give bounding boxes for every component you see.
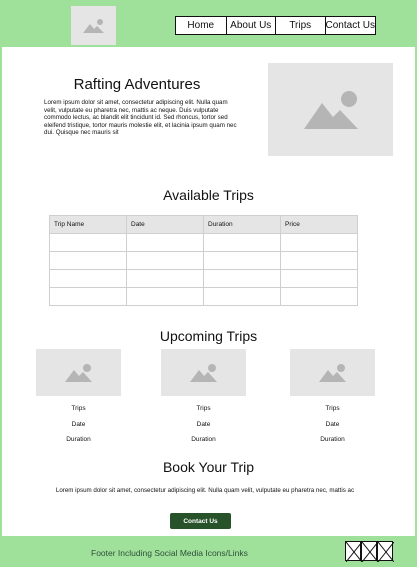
placeholder-x-icon	[361, 541, 379, 563]
placeholder-x-icon	[377, 541, 395, 563]
image-placeholder-icon	[303, 90, 358, 129]
nav-home[interactable]: Home	[176, 17, 227, 34]
table-cell	[49, 251, 127, 270]
table-cell	[280, 233, 358, 252]
available-trips-table: Trip Name Date Duration Price	[49, 215, 358, 306]
social-icon-2[interactable]	[361, 541, 379, 563]
table-cell	[203, 287, 281, 306]
table-row	[49, 269, 358, 288]
trip-card-trips: Trips	[325, 405, 340, 412]
table-cell	[49, 233, 127, 252]
trip-card-trips: Trips	[196, 405, 211, 412]
footer: Footer Including Social Media Icons/Link…	[0, 536, 417, 567]
trip-image	[36, 349, 121, 396]
column-header: Duration	[203, 215, 281, 234]
image-placeholder-icon	[189, 363, 217, 382]
table-cell	[49, 287, 127, 306]
table-cell	[49, 269, 127, 288]
trip-card[interactable]: Trips Date Duration	[36, 349, 121, 448]
trip-card-details: Trips Date Duration	[36, 401, 121, 448]
table-cell	[126, 251, 204, 270]
trip-card-duration: Duration	[66, 436, 91, 443]
main-nav: Home About Us Trips Contact Us	[175, 16, 376, 35]
image-placeholder-icon	[82, 18, 104, 33]
table-row	[49, 287, 358, 306]
hero-title: Rafting Adventures	[73, 76, 201, 93]
table-cell	[280, 251, 358, 270]
trip-image	[161, 349, 246, 396]
table-cell	[280, 269, 358, 288]
social-media-links	[345, 541, 395, 563]
column-header: Price	[280, 215, 358, 234]
table-cell	[126, 233, 204, 252]
book-text: Lorem ipsum dolor sit amet, consectetur …	[55, 487, 355, 494]
trip-card-date: Date	[325, 420, 340, 428]
contact-us-button[interactable]: Contact Us	[170, 513, 231, 529]
page: Home About Us Trips Contact Us Rafting A…	[0, 0, 417, 567]
book-your-trip-title: Book Your Trip	[162, 459, 255, 475]
hero-image	[268, 63, 393, 156]
social-icon-3[interactable]	[377, 541, 395, 563]
trip-card-details: Trips Date Duration	[161, 401, 246, 448]
left-border	[0, 0, 2, 567]
trip-card-date: Date	[196, 420, 211, 428]
table-cell	[203, 233, 281, 252]
table-row	[49, 233, 358, 252]
hero-text: Lorem ipsum dolor sit amet, consectetur …	[44, 99, 237, 137]
social-icon-1[interactable]	[345, 541, 363, 563]
table-cell	[203, 269, 281, 288]
table-row	[49, 251, 358, 270]
column-header: Date	[126, 215, 204, 234]
header: Home About Us Trips Contact Us	[0, 0, 417, 47]
table-cell	[126, 287, 204, 306]
trip-card-details: Trips Date Duration	[290, 401, 375, 448]
nav-contact-us[interactable]: Contact Us	[326, 17, 376, 34]
table-cell	[280, 287, 358, 306]
logo[interactable]	[71, 6, 116, 45]
footer-text: Footer Including Social Media Icons/Link…	[91, 548, 248, 558]
column-header: Trip Name	[49, 215, 127, 234]
available-trips-title: Available Trips	[163, 187, 254, 203]
placeholder-x-icon	[345, 541, 363, 563]
table-cell	[126, 269, 204, 288]
table-header-row: Trip Name Date Duration Price	[49, 215, 358, 234]
nav-about-us[interactable]: About Us	[227, 17, 276, 34]
trip-card[interactable]: Trips Date Duration	[290, 349, 375, 448]
nav-trips[interactable]: Trips	[276, 17, 326, 34]
trip-image	[290, 349, 375, 396]
trip-card-date: Date	[71, 420, 86, 428]
image-placeholder-icon	[318, 363, 346, 382]
upcoming-trips-title: Upcoming Trips	[159, 328, 258, 344]
trip-card-trips: Trips	[71, 405, 86, 412]
image-placeholder-icon	[64, 363, 92, 382]
trip-card[interactable]: Trips Date Duration	[161, 349, 246, 448]
trip-card-duration: Duration	[191, 436, 216, 443]
trip-card-duration: Duration	[320, 436, 345, 443]
table-cell	[203, 251, 281, 270]
